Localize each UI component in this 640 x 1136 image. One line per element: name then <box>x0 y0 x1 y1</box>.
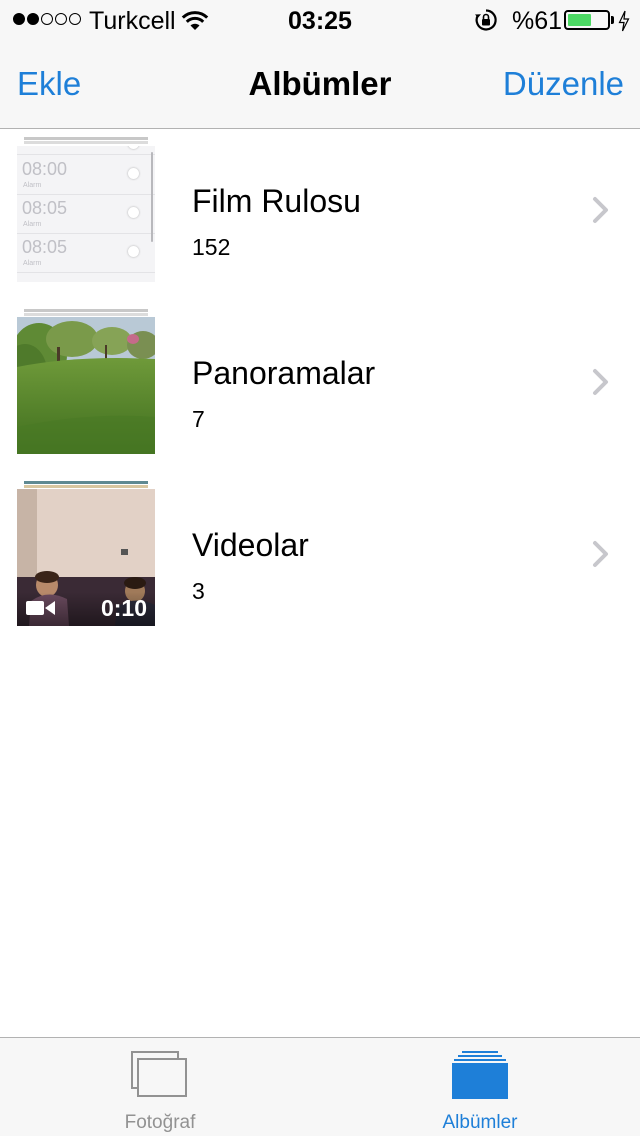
album-row-videos[interactable]: 0:10 Videolar 3 <box>0 480 640 652</box>
battery-tip <box>611 16 614 24</box>
album-row-panoramas[interactable]: Panoramalar 7 <box>0 308 640 480</box>
video-duration: 0:10 <box>100 595 147 621</box>
album-thumbnail: 08:00 Alarm 08:05 Alarm 08:05 Alarm <box>17 136 155 282</box>
battery-icon <box>564 10 610 30</box>
album-thumbnail <box>17 308 155 454</box>
battery-level-fill <box>568 14 592 26</box>
navigation-bar: Ekle Albümler Düzenle <box>0 40 640 129</box>
album-count: 7 <box>192 406 205 432</box>
room-video-image: 0:10 <box>17 489 155 626</box>
tab-albums[interactable]: Albümler <box>320 1038 640 1136</box>
album-title: Videolar <box>192 527 309 563</box>
album-count: 3 <box>192 578 205 604</box>
albums-icon <box>452 1051 508 1099</box>
chevron-right-icon <box>593 197 608 223</box>
album-title: Panoramalar <box>192 355 376 391</box>
tab-photos-label: Fotoğraf <box>124 1112 196 1133</box>
album-count: 152 <box>192 234 231 260</box>
video-camera-icon <box>26 601 55 615</box>
album-title: Film Rulosu <box>192 183 361 219</box>
tab-bar: Fotoğraf Albümler <box>0 1037 640 1136</box>
album-thumbnail: 0:10 <box>17 480 155 626</box>
charging-bolt-icon <box>618 10 630 32</box>
edit-button[interactable]: Düzenle <box>503 65 624 103</box>
album-row-camera-roll[interactable]: 08:00 Alarm 08:05 Alarm 08:05 Alarm Film… <box>0 136 640 308</box>
alarm-screenshot-image: 08:00 Alarm 08:05 Alarm 08:05 Alarm <box>17 146 155 282</box>
tab-albums-label: Albümler <box>442 1112 518 1133</box>
photos-albums-screen: Turkcell 03:25 %61 Ekle Albümler Düzenle <box>0 0 640 1136</box>
video-overlay: 0:10 <box>17 592 155 626</box>
park-grass-image <box>17 317 155 454</box>
chevron-right-icon <box>593 369 608 395</box>
photos-stack-icon <box>131 1051 187 1097</box>
chevron-right-icon <box>593 541 608 567</box>
status-bar: Turkcell 03:25 %61 <box>0 0 640 40</box>
battery-percentage: %61 <box>512 7 563 35</box>
rotation-lock-icon <box>475 9 497 31</box>
tab-photos[interactable]: Fotoğraf <box>0 1038 320 1136</box>
